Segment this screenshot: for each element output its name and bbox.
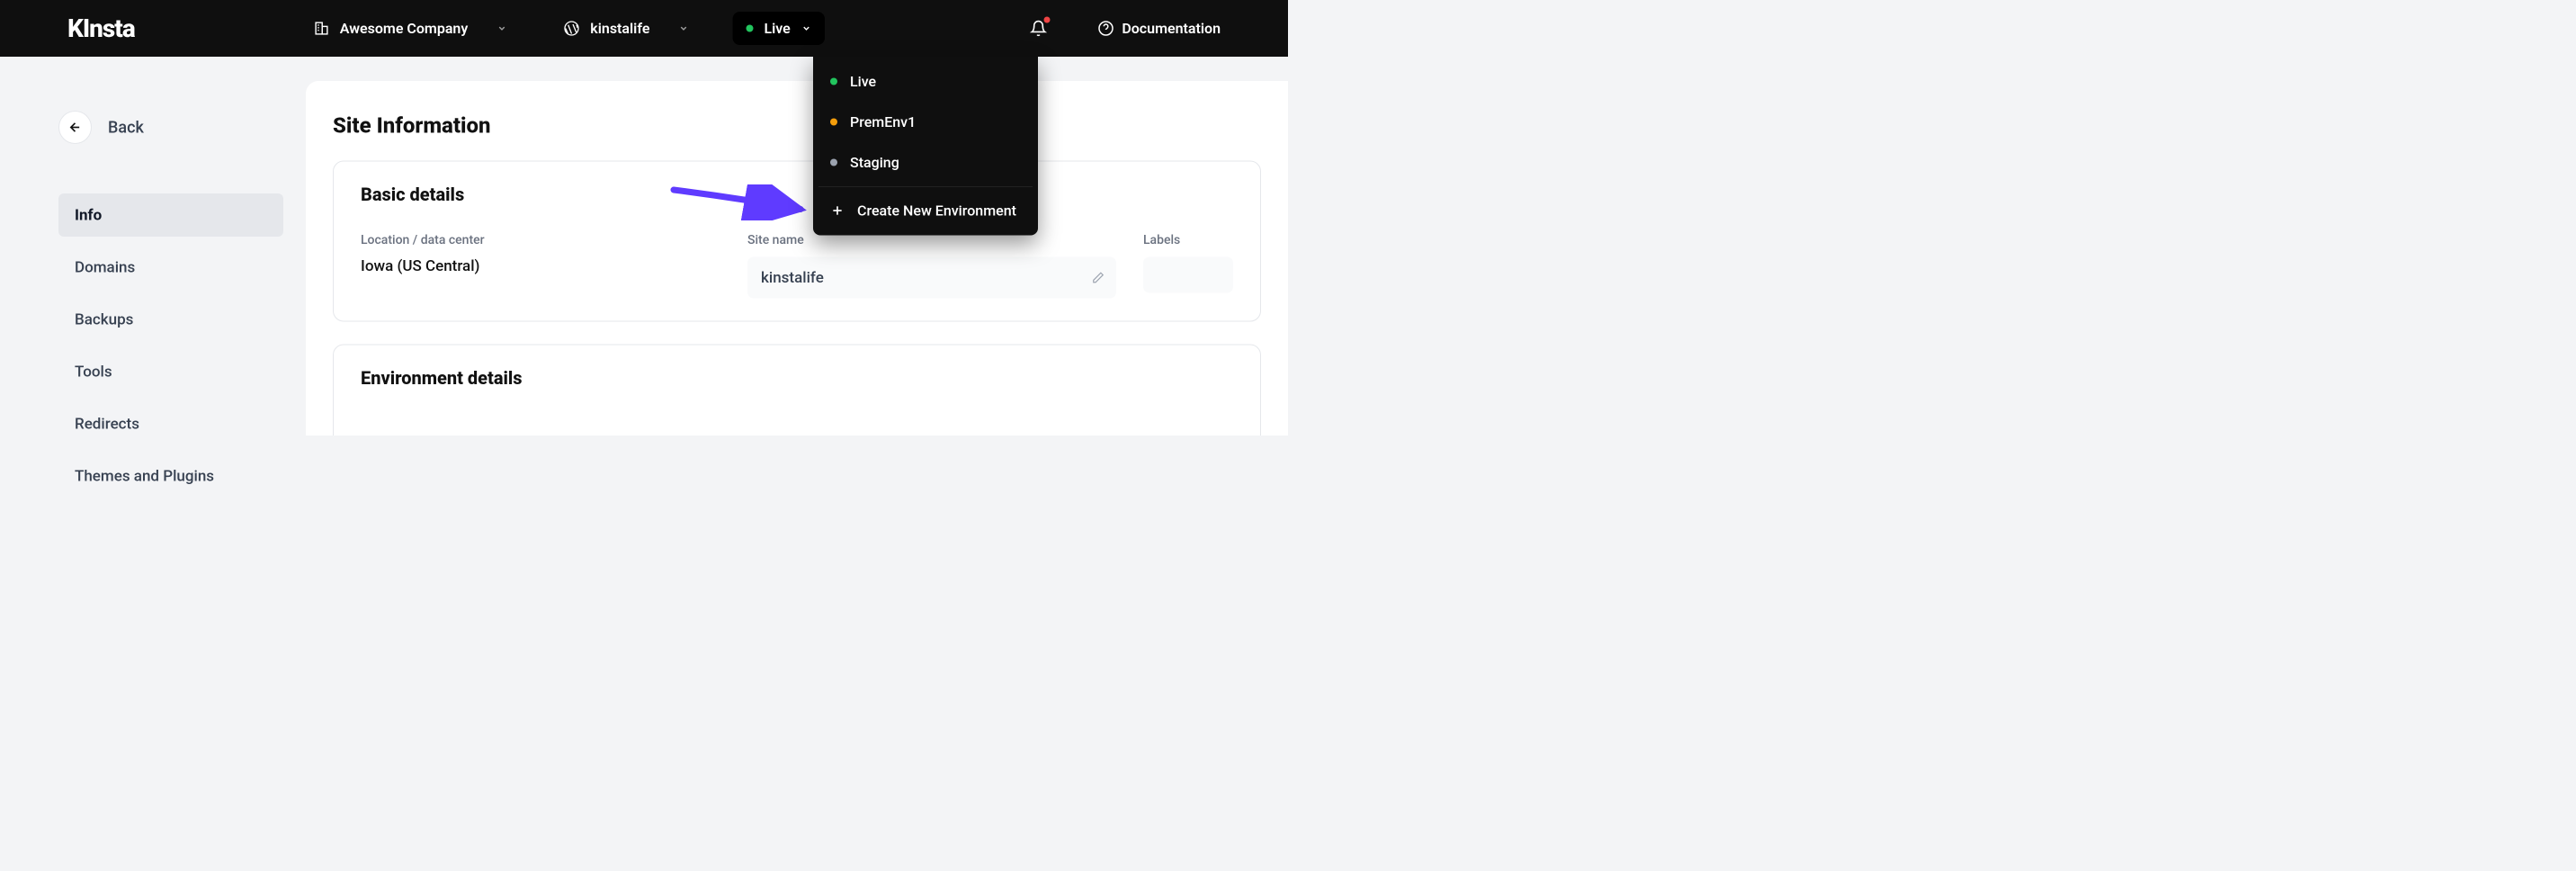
sidebar-item-themes-plugins[interactable]: Themes and Plugins [58,454,283,498]
sidebar-item-info[interactable]: Info [58,193,283,237]
chevron-down-icon [801,23,811,33]
wordpress-icon [563,21,579,37]
brand-logo[interactable]: KInsta [67,13,135,43]
env-option-live[interactable]: Live [813,61,1038,102]
company-icon [314,21,329,36]
company-name: Awesome Company [340,20,469,37]
back-row: Back [58,111,283,144]
sidebar-item-tools[interactable]: Tools [58,350,283,393]
sidebar-item-backups[interactable]: Backups [58,298,283,341]
labels-input[interactable] [1143,257,1233,293]
notification-badge-icon [1043,17,1050,23]
create-environment-button[interactable]: Create New Environment [813,191,1038,231]
company-selector[interactable]: Awesome Company [306,20,515,37]
location-value: Iowa (US Central) [361,257,720,275]
back-label: Back [108,118,144,137]
env-option-label: Staging [850,154,899,171]
environment-details-title: Environment details [361,368,1233,390]
divider [818,186,1033,187]
basic-details-card: Basic details Location / data center Iow… [333,161,1261,322]
env-option-staging[interactable]: Staging [813,142,1038,183]
status-dot-icon [746,25,753,32]
back-button[interactable] [58,111,92,144]
status-dot-icon [830,159,837,166]
main-content: Site Information Basic details Location … [306,81,1288,436]
sidebar: Back Info Domains Backups Tools Redirect… [0,57,306,507]
sitename-input[interactable]: kinstalife [747,257,1116,299]
help-icon [1097,21,1114,37]
sidebar-item-domains[interactable]: Domains [58,246,283,289]
env-option-label: PremEnv1 [850,113,916,130]
site-name: kinstalife [590,20,649,37]
env-option-premenv1[interactable]: PremEnv1 [813,102,1038,142]
chevron-down-icon [496,23,506,33]
location-label: Location / data center [361,232,720,247]
top-nav: KInsta Awesome Company kinstalife Live [0,0,1288,57]
create-environment-label: Create New Environment [857,202,1016,220]
chevron-down-icon [678,23,688,33]
documentation-label: Documentation [1122,20,1221,37]
edit-icon[interactable] [1092,272,1105,284]
plus-icon [830,203,845,218]
environment-dropdown: Live PremEnv1 Staging Create New Environ… [813,57,1038,236]
env-option-label: Live [850,73,876,90]
sidebar-item-redirects[interactable]: Redirects [58,402,283,445]
sitename-value: kinstalife [761,269,824,287]
environment-selected-label: Live [764,20,790,37]
environment-details-card: Environment details [333,345,1261,436]
environment-selector[interactable]: Live [732,12,824,45]
basic-details-title: Basic details [361,184,1233,206]
status-dot-icon [830,78,837,85]
documentation-link[interactable]: Documentation [1097,20,1221,37]
page-title: Site Information [333,112,1261,139]
site-selector[interactable]: kinstalife [555,20,696,37]
notifications-button[interactable] [1028,19,1048,39]
labels-label: Labels [1143,232,1233,247]
status-dot-icon [830,119,837,126]
